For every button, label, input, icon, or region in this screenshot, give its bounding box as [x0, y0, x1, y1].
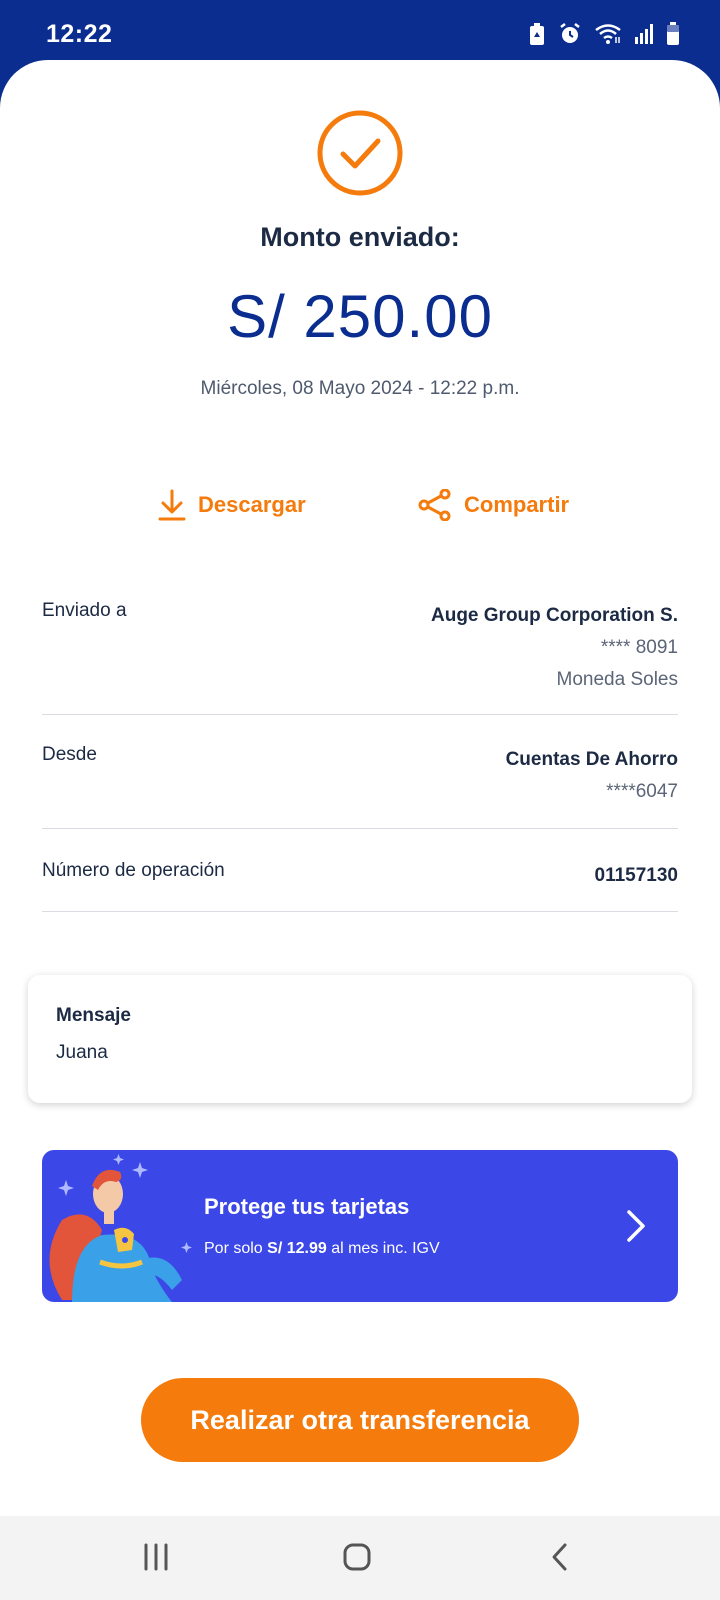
source-account-type: Cuentas De Ahorro [505, 749, 678, 770]
back-icon[interactable] [548, 1542, 572, 1572]
message-title: Mensaje [56, 1005, 131, 1026]
from-values: Cuentas De Ahorro ****6047 [506, 744, 678, 808]
wifi-icon [595, 24, 621, 44]
status-time: 12:22 [46, 20, 113, 48]
sent-to-values: Auge Group Corporation S. **** 8091 Mone… [431, 600, 678, 696]
amount-label: Monto enviado: [260, 222, 460, 252]
promo-title: Protege tus tarjetas [204, 1194, 410, 1219]
receipt-sheet: Monto enviado: S/ 250.00 Miércoles, 08 M… [0, 60, 720, 1516]
new-transfer-button[interactable]: Realizar otra transferencia [141, 1378, 579, 1462]
battery-saver-icon [530, 23, 544, 45]
system-nav-bar [0, 1516, 720, 1600]
transaction-datetime: Miércoles, 08 Mayo 2024 - 12:22 p.m. [200, 378, 520, 399]
promo-subtitle-suffix: al mes inc. IGV [326, 1240, 440, 1257]
operation-values: 01157130 [595, 860, 679, 892]
download-button[interactable]: Descargar [158, 485, 306, 525]
recents-icon[interactable] [141, 1542, 171, 1572]
promo-subtitle-prefix: Por solo [204, 1240, 268, 1257]
message-text: Juana [56, 1042, 108, 1063]
battery-icon [667, 22, 679, 45]
recipient-name: Auge Group Corporation S. [431, 605, 678, 626]
sent-to-label: Enviado a [42, 600, 127, 621]
status-icons [528, 22, 680, 46]
alarm-icon [560, 23, 580, 43]
share-label: Compartir [464, 492, 570, 517]
message-card: Mensaje Juana [28, 975, 692, 1103]
source-account: ****6047 [606, 781, 678, 802]
divider [42, 828, 678, 829]
home-icon[interactable] [342, 1542, 372, 1572]
promo-subtitle: Por solo S/ 12.99 al mes inc. IGV [204, 1240, 440, 1258]
share-icon [418, 489, 451, 521]
download-icon [158, 489, 186, 521]
promo-banner[interactable]: Protege tus tarjetas Por solo S/ 12.99 a… [42, 1150, 678, 1302]
chevron-right-icon [627, 1210, 645, 1242]
from-label: Desde [42, 744, 97, 765]
divider [42, 911, 678, 912]
operation-number: 01157130 [594, 865, 679, 886]
promo-price: S/ 12.99 [267, 1240, 327, 1257]
superhero-illustration [49, 1154, 192, 1302]
share-button[interactable]: Compartir [418, 485, 569, 525]
amount-value: S/ 250.00 [227, 283, 493, 350]
signal-icon [635, 24, 653, 44]
divider [42, 714, 678, 715]
check-circle-icon [317, 110, 403, 196]
download-label: Descargar [198, 492, 306, 517]
operation-label: Número de operación [42, 860, 225, 881]
recipient-currency: Moneda Soles [556, 669, 678, 690]
recipient-account: **** 8091 [600, 637, 678, 658]
